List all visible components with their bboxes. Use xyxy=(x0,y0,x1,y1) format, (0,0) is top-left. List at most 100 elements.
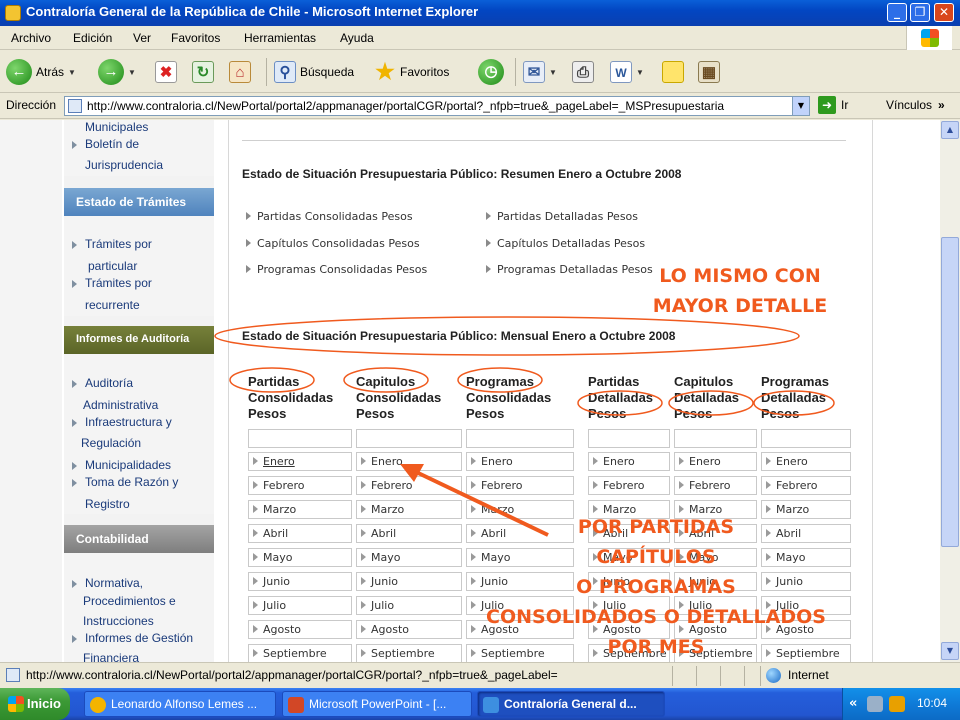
back-button[interactable]: ← Atrás ▼ xyxy=(6,56,76,88)
research-icon: ▦ xyxy=(698,61,720,83)
system-tray: « 10:04 xyxy=(842,688,960,720)
status-separator xyxy=(744,666,745,686)
menu-archivo[interactable]: Archivo xyxy=(11,31,51,45)
star-icon: ★ xyxy=(375,59,395,84)
taskbar-item-powerpoint[interactable]: Microsoft PowerPoint - [... xyxy=(282,691,472,717)
status-separator xyxy=(696,666,697,686)
partidas-detalladas-circle xyxy=(577,390,663,416)
note-icon xyxy=(662,61,684,83)
links-chevron-icon: » xyxy=(938,98,945,112)
annotation-line: MAYOR DETALLE xyxy=(652,295,828,317)
toolbar: ← Atrás ▼ → ▼ ✖ ↻ ⌂ ⚲ Búsqueda ★ Favorit… xyxy=(0,50,960,93)
taskbar-item-label: Contraloría General d... xyxy=(504,697,637,711)
window-title: Contraloría General de la República de C… xyxy=(26,4,479,19)
monthly-heading-circle xyxy=(214,316,800,356)
menu-favoritos[interactable]: Favoritos xyxy=(171,31,220,45)
windows-flag-icon xyxy=(8,696,24,712)
address-url[interactable]: http://www.contraloria.cl/NewPortal/port… xyxy=(87,99,787,113)
favorites-button[interactable]: ★ Favoritos xyxy=(374,56,449,88)
network-icon[interactable] xyxy=(867,696,883,712)
annotation-line: CONSOLIDADOS O DETALLADOS xyxy=(486,606,826,628)
mail-button[interactable]: ✉ ▼ xyxy=(523,56,557,88)
address-bar: Dirección http://www.contraloria.cl/NewP… xyxy=(0,93,960,119)
maximize-button[interactable]: ❐ xyxy=(910,3,930,22)
annotation-line: POR PARTIDAS xyxy=(577,516,735,538)
back-arrow-icon: ← xyxy=(6,59,32,85)
menu-edicion[interactable]: Edición xyxy=(73,31,112,45)
history-button[interactable]: ◷ xyxy=(478,56,504,88)
address-input[interactable]: http://www.contraloria.cl/NewPortal/port… xyxy=(64,96,810,116)
title-bar[interactable]: Contraloría General de la República de C… xyxy=(0,0,960,26)
scroll-up-icon[interactable]: ▲ xyxy=(941,121,959,139)
forward-arrow-icon: → xyxy=(98,59,124,85)
start-label: Inicio xyxy=(27,696,61,711)
taskbar-item-ie[interactable]: Contraloría General d... xyxy=(477,691,665,717)
forward-button[interactable]: → ▼ xyxy=(98,56,136,88)
status-separator xyxy=(760,666,761,686)
favorites-label: Favoritos xyxy=(400,65,450,79)
print-icon: ⎙ xyxy=(572,61,594,83)
go-label: Ir xyxy=(841,98,849,112)
windows-flag-icon xyxy=(921,29,939,47)
page-icon xyxy=(68,99,82,113)
annotation-detail-note: LO MISMO CON MAYOR DETALLE xyxy=(635,261,845,321)
refresh-button[interactable]: ↻ xyxy=(192,56,214,88)
annotation-line: POR MES xyxy=(607,636,705,658)
go-button[interactable]: ➜ Ir xyxy=(818,96,848,114)
forward-dropdown-icon[interactable]: ▼ xyxy=(128,68,136,77)
status-url: http://www.contraloria.cl/NewPortal/port… xyxy=(26,668,558,682)
search-button[interactable]: ⚲ Búsqueda xyxy=(274,56,354,88)
menu-ver[interactable]: Ver xyxy=(133,31,151,45)
stop-button[interactable]: ✖ xyxy=(155,56,177,88)
status-separator xyxy=(672,666,673,686)
partidas-circle xyxy=(229,367,315,393)
discuss-button[interactable] xyxy=(662,56,684,88)
research-button[interactable]: ▦ xyxy=(698,56,720,88)
scroll-thumb[interactable] xyxy=(941,237,959,547)
toolbar-separator xyxy=(515,58,516,86)
refresh-icon: ↻ xyxy=(192,61,214,83)
menu-bar: Archivo Edición Ver Favoritos Herramient… xyxy=(0,26,960,50)
page-viewport: Municipales Boletín de Jurisprudencia Es… xyxy=(0,120,940,662)
annotation-line: CAPÍTULOS xyxy=(596,546,716,568)
menu-ayuda[interactable]: Ayuda xyxy=(340,31,374,45)
edit-dropdown-icon[interactable]: ▼ xyxy=(636,68,644,77)
status-page-icon xyxy=(6,668,20,682)
tray-expand-icon[interactable]: « xyxy=(849,696,857,711)
history-icon: ◷ xyxy=(478,59,504,85)
home-button[interactable]: ⌂ xyxy=(229,56,251,88)
security-zone: Internet xyxy=(788,668,829,682)
status-bar: http://www.contraloria.cl/NewPortal/port… xyxy=(0,662,960,688)
home-icon: ⌂ xyxy=(229,61,251,83)
programas-circle xyxy=(457,367,543,393)
scroll-down-icon[interactable]: ▼ xyxy=(941,642,959,660)
links-label: Vínculos xyxy=(886,98,933,112)
minimize-button[interactable]: _ xyxy=(887,3,907,22)
programas-detalladas-circle xyxy=(753,390,835,416)
menu-herramientas[interactable]: Herramientas xyxy=(244,31,316,45)
close-button[interactable]: ✕ xyxy=(934,3,954,22)
address-dropdown-icon[interactable]: ▼ xyxy=(792,97,809,115)
toolbar-separator xyxy=(266,58,267,86)
ie-icon xyxy=(483,697,499,713)
back-dropdown-icon[interactable]: ▼ xyxy=(68,68,76,77)
mail-icon: ✉ xyxy=(523,61,545,83)
taskbar-item-messenger[interactable]: Leonardo Alfonso Lemes ... xyxy=(84,691,276,717)
tray-app-icon[interactable] xyxy=(889,696,905,712)
vertical-scrollbar[interactable]: ▲ ▼ xyxy=(940,120,960,662)
capitulos-circle xyxy=(343,367,429,393)
print-button[interactable]: ⎙ xyxy=(572,56,594,88)
annotation-line: LO MISMO CON xyxy=(659,265,821,287)
annotation-month-note: POR PARTIDAS CAPÍTULOS O PROGRAMAS CONSO… xyxy=(436,512,876,662)
stop-icon: ✖ xyxy=(155,61,177,83)
links-toolbar[interactable]: Vínculos » xyxy=(886,98,945,112)
edit-word-button[interactable]: W ▼ xyxy=(610,56,644,88)
word-icon: W xyxy=(610,61,632,83)
start-button[interactable]: Inicio xyxy=(0,688,70,720)
address-label: Dirección xyxy=(6,98,57,112)
windows-logo xyxy=(906,26,952,50)
messenger-icon xyxy=(90,697,106,713)
mail-dropdown-icon[interactable]: ▼ xyxy=(549,68,557,77)
annotation-line: O PROGRAMAS xyxy=(576,576,736,598)
taskbar-item-label: Microsoft PowerPoint - [... xyxy=(309,697,447,711)
